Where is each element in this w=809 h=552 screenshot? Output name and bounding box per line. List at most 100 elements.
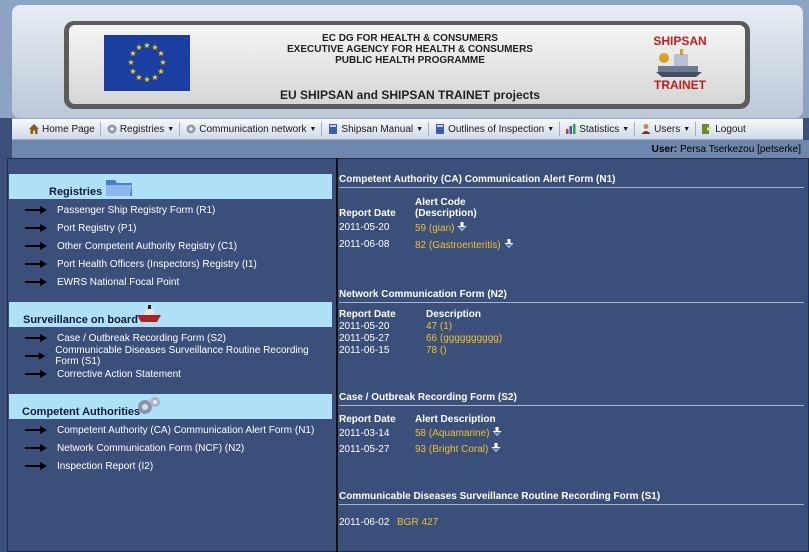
sidebar-item-label: EWRS National Focal Point: [57, 276, 180, 288]
sidebar-item-ewrs-focal-point[interactable]: EWRS National Focal Point: [9, 273, 333, 291]
form-block-s1: Communicable Diseases Surveillance Routi…: [339, 489, 804, 529]
menu-users[interactable]: Users ▼: [636, 119, 694, 139]
table-row: 2011-03-14 58 (Aquamarine): [339, 425, 502, 441]
column-header: Report Date: [339, 414, 396, 425]
download-arrow-icon[interactable]: [492, 427, 502, 437]
sidebar-list-registries: Passenger Ship Registry Form (R1) Port R…: [9, 201, 333, 291]
column-header: Report Date: [339, 208, 396, 219]
report-date: 2011-05-27: [339, 443, 390, 455]
menu-statistics[interactable]: Statistics ▼: [561, 119, 633, 139]
routine-link[interactable]: BGR 427: [397, 517, 438, 528]
sidebar-item-label: Corrective Action Statement: [57, 368, 181, 380]
alerts-table-n1: Report Date Alert Code (Description) 201…: [339, 197, 525, 253]
menu-label: Home Page: [42, 123, 95, 135]
table-row: 2011-05-20 59 (gian): [339, 219, 525, 236]
sidebar-item-label: Network Communication Form (NCF) (N2): [57, 442, 245, 454]
form-title: Communicable Diseases Surveillance Routi…: [339, 489, 804, 505]
gears-icon: [138, 397, 160, 414]
current-user: User: Persa Tserkezou [petserke]: [652, 144, 801, 155]
sidebar-item-label: Port Registry (P1): [57, 222, 137, 234]
sidebar-item-passenger-ship-registry[interactable]: Passenger Ship Registry Form (R1): [9, 201, 333, 219]
sidebar-item-label: Competent Authority (CA) Communication A…: [57, 424, 315, 436]
user-label: User:: [651, 144, 678, 155]
column-header: Report Date: [339, 309, 396, 320]
download-arrow-icon[interactable]: [504, 238, 514, 249]
sidebar-section-surveillance: Surveillance on board: [9, 302, 332, 327]
logo-text-bottom: TRAINET: [654, 78, 706, 92]
menu-communication-network[interactable]: Communication network ▼: [181, 119, 320, 139]
menu-separator: [428, 122, 430, 136]
outbreak-link[interactable]: 93 (Bright Coral): [415, 444, 488, 455]
sidebar-item-other-authority-registry[interactable]: Other Competent Authority Registry (C1): [9, 237, 333, 255]
arrow-right-icon: [25, 370, 47, 378]
menu-home-page[interactable]: Home Page: [24, 119, 99, 139]
table-row: 2011-06-08 82 (Gastroenteritis): [339, 236, 525, 253]
download-arrow-icon[interactable]: [457, 221, 467, 232]
svg-text:★: ★: [143, 75, 150, 84]
menu-label: Statistics: [579, 123, 620, 135]
menu-outlines-of-inspection[interactable]: Outlines of Inspection ▼: [430, 119, 558, 139]
gear-icon: [107, 124, 117, 134]
banner-line-3: PUBLIC HEALTH PROGRAMME: [335, 55, 485, 66]
menu-label: Outlines of Inspection: [448, 123, 545, 135]
form-block-n2: Network Communication Form (N2) Report D…: [339, 287, 804, 356]
menu-label: Registries: [119, 123, 165, 135]
book-icon: [436, 124, 445, 134]
table-row: 2011-06-02 BGR 427: [339, 515, 438, 529]
form-block-s2: Case / Outbreak Recording Form (S2) Repo…: [339, 390, 804, 457]
menu-logout[interactable]: Logout: [697, 119, 750, 139]
menu-separator: [695, 122, 697, 136]
sidebar-section-competent-authorities: Competent Authorities: [9, 394, 332, 419]
sidebar-item-ca-alert-form[interactable]: Competent Authority (CA) Communication A…: [9, 421, 333, 439]
main-menu-bar: Home Page Registries ▼ Communication net…: [12, 118, 803, 140]
menu-label: Shipsan Manual: [341, 123, 414, 135]
sidebar-item-label: Inspection Report (I2): [57, 460, 154, 472]
menu-separator: [179, 122, 181, 136]
svg-text:★: ★: [159, 58, 166, 67]
communication-link[interactable]: 78 (): [426, 345, 447, 356]
arrow-right-icon: [25, 206, 47, 214]
report-date: 2011-06-15: [339, 344, 390, 356]
svg-text:★: ★: [127, 58, 134, 67]
gear-icon: [186, 124, 196, 134]
menu-separator: [634, 122, 636, 136]
alert-link[interactable]: 59 (gian): [415, 223, 454, 234]
menu-separator: [559, 122, 561, 136]
sidebar-item-inspection-report[interactable]: Inspection Report (I2): [9, 457, 333, 475]
menu-shipsan-manual[interactable]: Shipsan Manual ▼: [323, 119, 427, 139]
sidebar-item-port-health-officers[interactable]: Port Health Officers (Inspectors) Regist…: [9, 255, 333, 273]
chevron-down-icon: ▼: [416, 125, 424, 133]
sidebar-item-surveillance-routine-form[interactable]: Communicable Diseases Surveillance Routi…: [9, 345, 333, 367]
column-header: Description: [426, 309, 482, 320]
sidebar-item-label: Communicable Diseases Surveillance Routi…: [55, 345, 309, 367]
communication-link[interactable]: 47 (1): [426, 321, 452, 332]
arrow-right-icon: [25, 278, 47, 286]
arrow-right-icon: [25, 462, 47, 470]
menu-registries[interactable]: Registries ▼: [102, 119, 178, 139]
report-date: 2011-03-14: [339, 427, 390, 439]
outbreak-link[interactable]: 58 (Aquamarine): [415, 428, 489, 439]
book-icon: [329, 124, 338, 134]
ship-icon: [137, 305, 161, 322]
form-title: Competent Authority (CA) Communication A…: [339, 172, 804, 188]
home-icon: [29, 124, 39, 134]
chevron-down-icon: ▼: [683, 125, 691, 133]
communication-link[interactable]: 66 (gggggggggg): [426, 333, 502, 344]
user-name: Persa Tserkezou [petserke]: [680, 144, 801, 155]
section-title: Competent Authorities: [22, 406, 141, 418]
outbreaks-table-s2: Report Date Alert Description 2011-03-14…: [339, 414, 502, 457]
section-title: Surveillance on board: [23, 314, 138, 326]
download-arrow-icon[interactable]: [491, 443, 501, 453]
arrow-right-icon: [25, 352, 46, 360]
report-date: 2011-06-08: [339, 239, 390, 250]
chevron-down-icon: ▼: [547, 125, 555, 133]
table-row: 2011-05-27 93 (Bright Coral): [339, 441, 502, 457]
chevron-down-icon: ▼: [309, 125, 317, 133]
banner-title: EU SHIPSAN and SHIPSAN TRAINET projects: [279, 88, 541, 102]
arrow-right-icon: [25, 334, 47, 342]
sidebar-item-corrective-action[interactable]: Corrective Action Statement: [9, 365, 333, 383]
chevron-down-icon: ▼: [167, 125, 175, 133]
sidebar-item-network-communication-form[interactable]: Network Communication Form (NCF) (N2): [9, 439, 333, 457]
sidebar-item-port-registry[interactable]: Port Registry (P1): [9, 219, 333, 237]
alert-link[interactable]: 82 (Gastroenteritis): [415, 240, 501, 251]
